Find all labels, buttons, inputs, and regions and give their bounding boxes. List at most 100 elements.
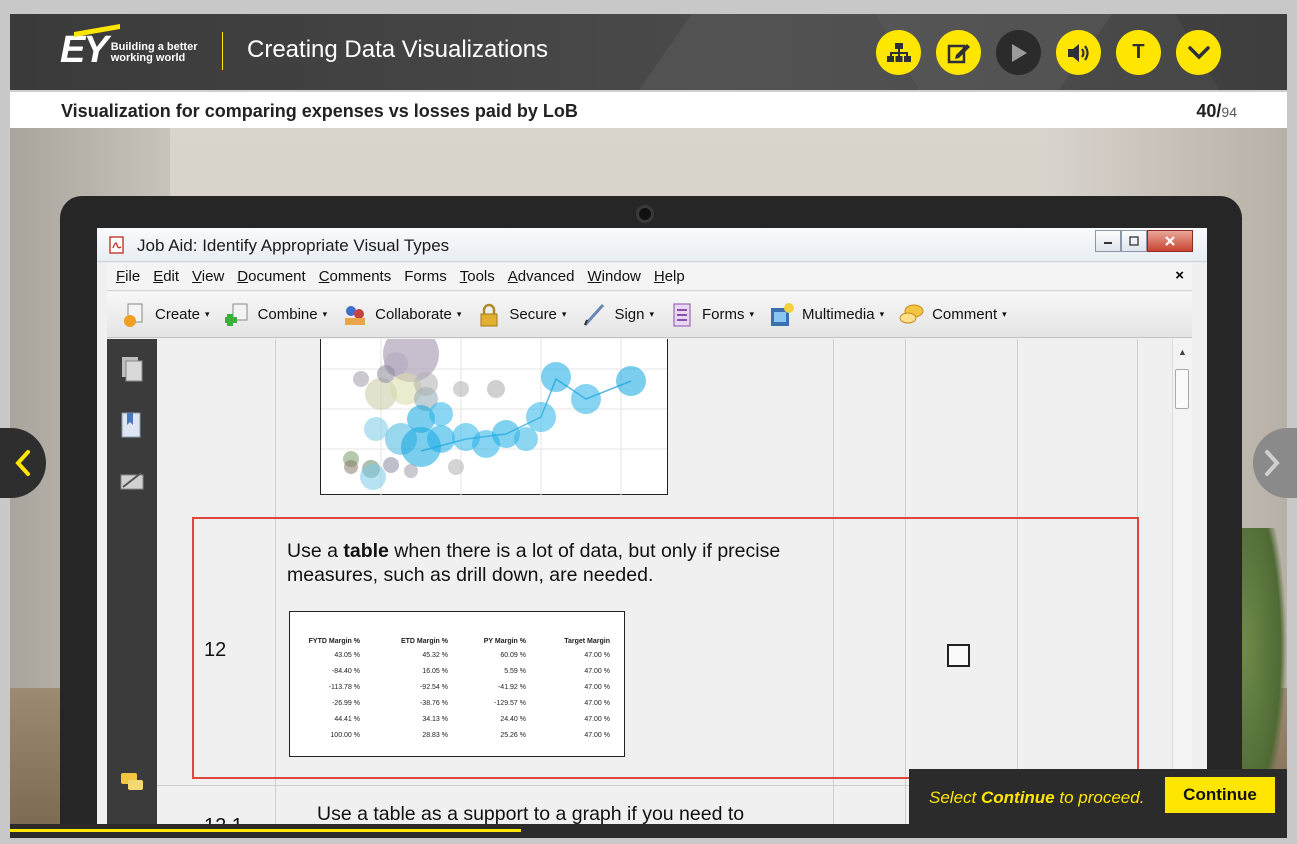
collaborate-icon [341, 301, 369, 329]
table-header-cell: FYTD Margin % [308, 638, 360, 645]
volume-icon [1067, 43, 1089, 62]
scroll-up-icon[interactable]: ▲ [1178, 347, 1187, 357]
toolbar-comment-label: Comment [932, 306, 998, 323]
table-cell: -38.76 % [419, 699, 448, 707]
menu-tools[interactable]: Tools [460, 268, 495, 285]
table-cell: 47.00 % [584, 651, 610, 659]
menu-sitemap-button[interactable] [876, 30, 921, 75]
table-row: 100.00 % 28.83 % 25.26 % 47.00 % [300, 727, 610, 743]
toolbar: Create ▾ Combine ▾ Collaborate ▾ Secure ▾ Si… [107, 292, 1192, 338]
pages-icon[interactable] [119, 355, 145, 383]
table-row: 44.41 % 34.13 % 24.40 % 47.00 % [300, 711, 610, 727]
row-number: 12 [204, 639, 227, 661]
table-row: -113.78 % -92.54 % -41.92 % 47.00 % [300, 679, 610, 695]
dropdown-menu-button[interactable] [1176, 30, 1221, 75]
scrollbar-thumb[interactable] [1175, 369, 1189, 409]
pdf-window: Job Aid: Identify Appropriate Visual Typ… [97, 228, 1207, 828]
table-cell: 47.00 % [584, 715, 610, 723]
logo-ey-text: EY [60, 29, 109, 71]
toolbar-sign-label: Sign [614, 306, 645, 323]
transcript-button[interactable]: T [1116, 30, 1161, 75]
table-cell: 25.26 % [500, 731, 526, 739]
row-checkbox[interactable] [947, 644, 970, 667]
table-example: FYTD Margin % ETD Margin % PY Margin % T… [289, 611, 625, 757]
menu-file[interactable]: File [116, 268, 140, 285]
continue-button[interactable]: Continue [1165, 777, 1275, 813]
menu-view[interactable]: View [192, 268, 224, 285]
signatures-icon[interactable] [119, 467, 145, 495]
menu-forms[interactable]: Forms [404, 268, 447, 285]
toolbar-secure-button[interactable]: Secure ▾ [475, 301, 566, 329]
toolbar-collaborate-button[interactable]: Collaborate ▾ [341, 301, 461, 329]
minimize-button[interactable] [1095, 230, 1121, 252]
table-cell: 16.05 % [422, 667, 448, 675]
maximize-button[interactable] [1121, 230, 1147, 252]
volume-button[interactable] [1056, 30, 1101, 75]
bubble-chart-graphic [321, 339, 667, 495]
row-description: Use a table as a support to a graph if y… [317, 803, 745, 825]
table-cell: -129.57 % [494, 699, 526, 707]
notes-button[interactable] [936, 30, 981, 75]
course-title: Creating Data Visualizations [247, 36, 549, 63]
menu-advanced[interactable]: Advanced [508, 268, 575, 285]
logo-tagline-line2: working world [110, 52, 186, 64]
notes-edit-icon [947, 43, 970, 63]
comment-icon [898, 301, 926, 329]
table-cell: 47.00 % [584, 683, 610, 691]
close-document-button[interactable]: × [1175, 267, 1184, 284]
table-cell: 44.41 % [334, 715, 360, 723]
row-description: Use a table when there is a lot of data,… [287, 540, 781, 586]
proceed-prompt: Select Continue to proceed. Continue [909, 769, 1287, 824]
toolbar-multimedia-label: Multimedia [802, 306, 875, 323]
header-divider [222, 32, 223, 70]
table-cell: 34.13 % [422, 715, 448, 723]
table-cell: 47.00 % [584, 667, 610, 675]
combine-icon [224, 301, 252, 329]
table-header-cell: Target Margin [564, 638, 610, 645]
page-counter: 40/94 [1196, 101, 1237, 122]
table-cell: 28.83 % [422, 731, 448, 739]
chevron-right-icon [1265, 450, 1280, 476]
toolbar-comment-button[interactable]: Comment ▾ [898, 301, 1007, 329]
close-window-button[interactable] [1147, 230, 1193, 252]
create-icon [121, 301, 149, 329]
vertical-scrollbar[interactable]: ▲ [1172, 339, 1192, 828]
sitemap-icon [886, 42, 911, 62]
window-title: Job Aid: Identify Appropriate Visual Typ… [137, 236, 450, 255]
menu-bar: File Edit View Document Comments Forms T… [107, 263, 1192, 291]
table-row: -26.99 % -38.76 % -129.57 % 47.00 % [300, 695, 610, 711]
header-buttons: T [876, 30, 1221, 75]
table-cell: -84.40 % [331, 667, 360, 675]
toolbar-combine-button[interactable]: Combine ▾ [224, 301, 327, 329]
table-cell: 24.40 % [500, 715, 526, 723]
close-icon [1165, 236, 1175, 246]
toolbar-create-label: Create [155, 306, 201, 323]
menu-window[interactable]: Window [588, 268, 641, 285]
multimedia-icon [768, 301, 796, 329]
menu-help[interactable]: Help [654, 268, 685, 285]
menu-comments[interactable]: Comments [319, 268, 392, 285]
toolbar-sign-button[interactable]: Sign ▾ [580, 301, 654, 329]
bookmarks-icon[interactable] [119, 411, 145, 439]
comments-panel-icon[interactable] [119, 769, 145, 797]
menu-document[interactable]: Document [237, 268, 305, 285]
table-cell: -92.54 % [419, 683, 448, 691]
slide-title-bar: Visualization for comparing expenses vs … [10, 90, 1287, 128]
play-button[interactable] [996, 30, 1041, 75]
chevron-left-icon [15, 450, 30, 476]
logo-tagline: Building a better working world [111, 42, 198, 64]
table-cell: 47.00 % [584, 731, 610, 739]
restore-icon [1129, 236, 1139, 246]
toolbar-create-button[interactable]: Create ▾ [121, 301, 210, 329]
table-cell: 43.05 % [334, 651, 360, 659]
table-row: -84.40 % 16.05 % 5.59 % 47.00 % [300, 663, 610, 679]
example-table: FYTD Margin % ETD Margin % PY Margin % T… [300, 638, 610, 743]
table-row: 43.05 % 45.32 % 60.09 % 47.00 % [300, 647, 610, 663]
menu-edit[interactable]: Edit [153, 268, 179, 285]
window-titlebar: Job Aid: Identify Appropriate Visual Typ… [97, 228, 1207, 262]
toolbar-combine-label: Combine [257, 306, 318, 323]
ey-logo: EY Building a better working world [60, 29, 198, 71]
table-cell: 47.00 % [584, 699, 610, 707]
toolbar-forms-button[interactable]: Forms ▾ [668, 301, 754, 329]
toolbar-multimedia-button[interactable]: Multimedia ▾ [768, 301, 884, 329]
